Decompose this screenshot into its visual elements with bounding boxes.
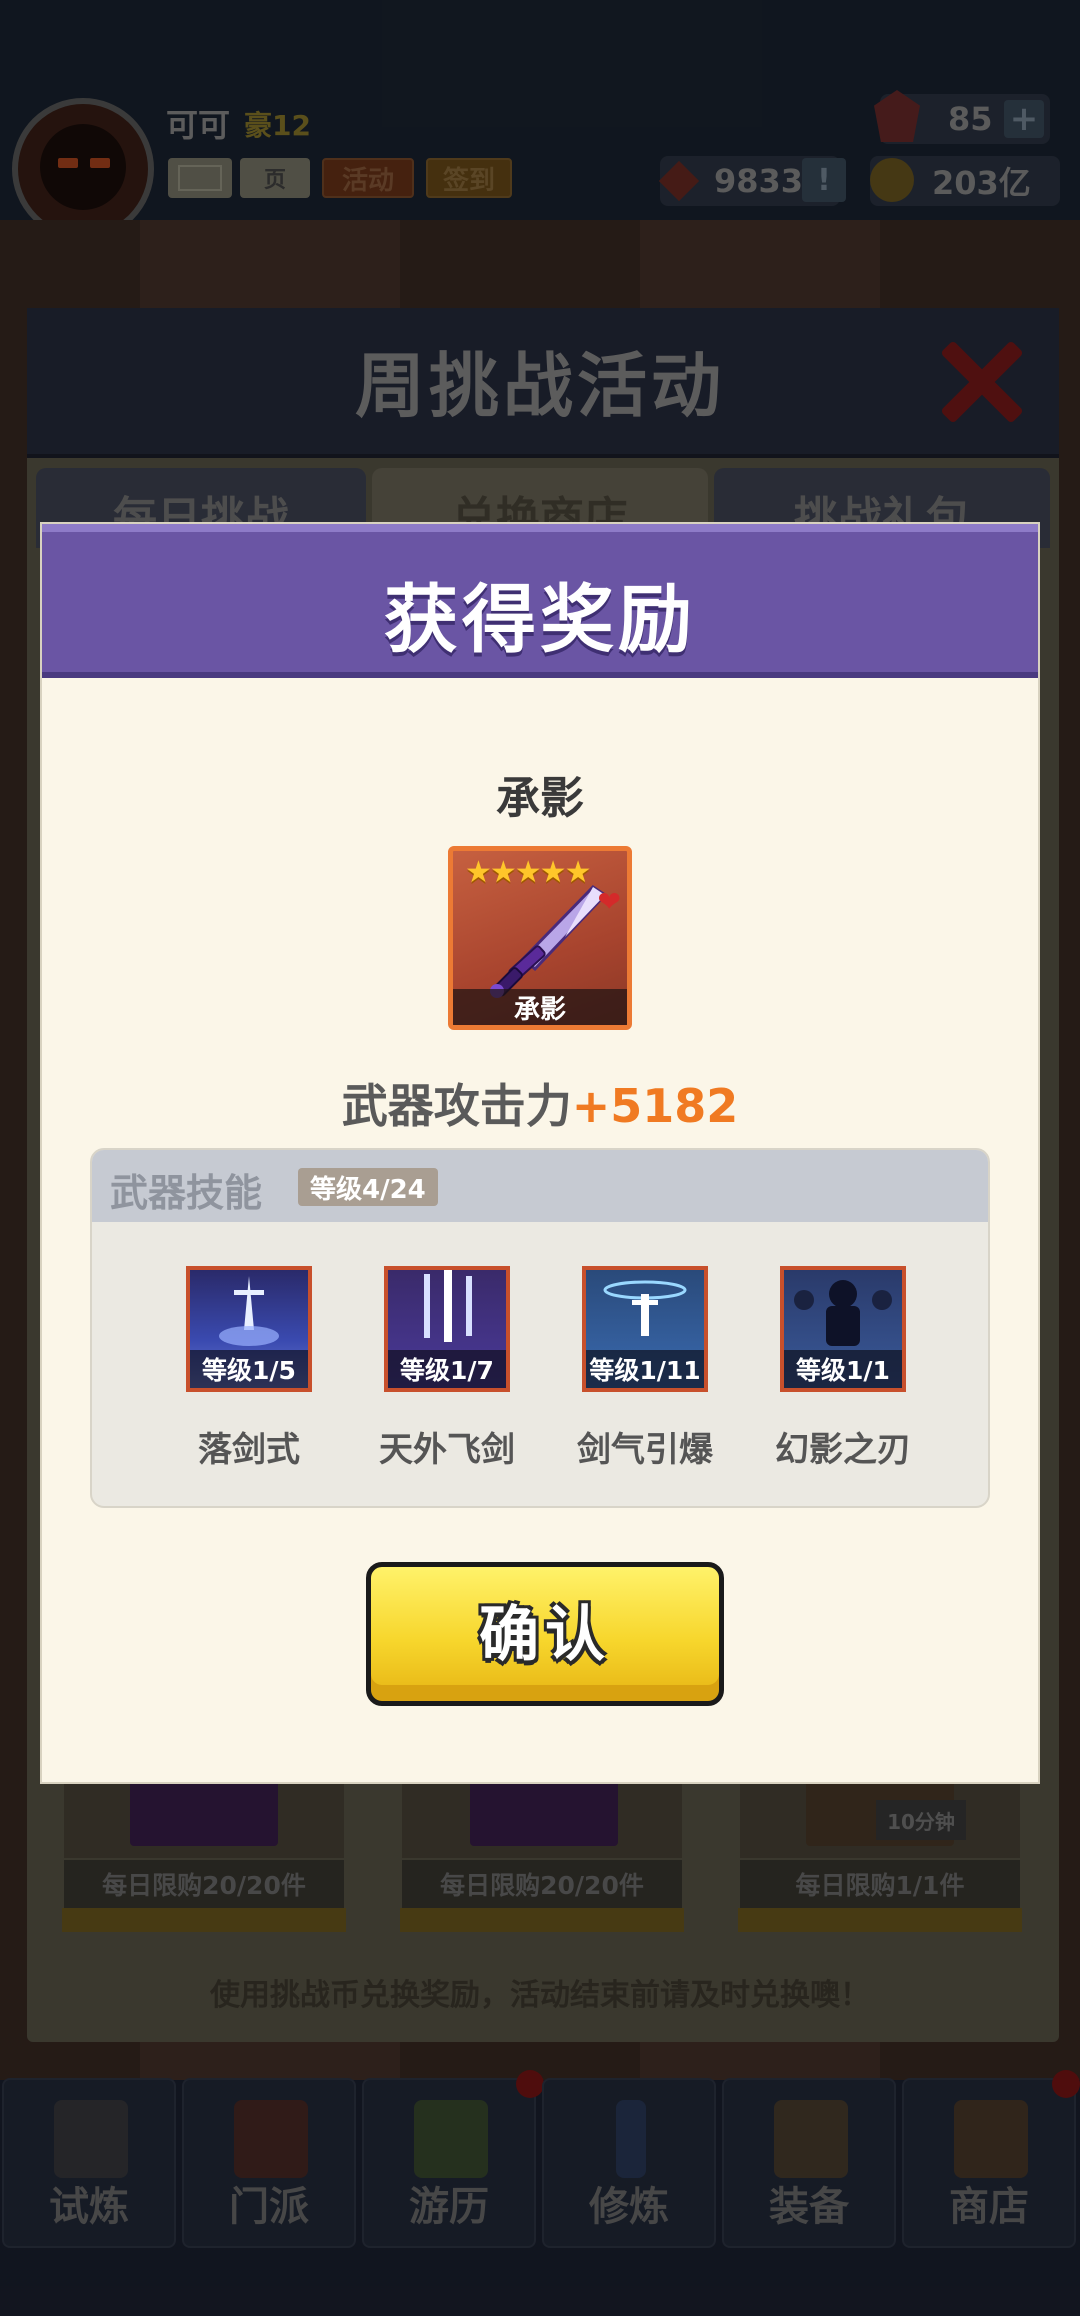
skill-name: 天外飞剑 xyxy=(379,1430,515,1470)
sword-burst-icon: 等级1/11 xyxy=(582,1266,708,1392)
weapon-skills-level-badge: 等级4/24 xyxy=(298,1168,438,1206)
phantom-blade-icon: 等级1/1 xyxy=(780,1266,906,1392)
weapon-attack-value: +5182 xyxy=(571,1079,739,1133)
skill-level: 等级1/11 xyxy=(586,1350,704,1388)
skill-level: 等级1/5 xyxy=(190,1350,308,1388)
reward-item-card-label: 承影 xyxy=(453,989,627,1025)
weapon-skills-header: 武器技能 等级4/24 xyxy=(92,1150,988,1222)
reward-modal-title: 获得奖励 xyxy=(384,577,696,663)
reward-item-name: 承影 xyxy=(496,773,584,824)
reward-item-card[interactable]: ★★★★★ ❤ 承影 xyxy=(448,846,632,1030)
flying-swords-icon: 等级1/7 xyxy=(384,1266,510,1392)
heart-icon: ❤ xyxy=(597,885,621,918)
confirm-button[interactable]: 确认 xyxy=(366,1562,724,1706)
skill-level: 等级1/7 xyxy=(388,1350,506,1388)
weapon-skills-title: 武器技能 xyxy=(110,1171,263,1215)
skill-level: 等级1/1 xyxy=(784,1350,902,1388)
confirm-button-label: 确认 xyxy=(479,1599,611,1670)
weapon-attack-label: 武器攻击力 xyxy=(341,1079,572,1133)
skill-name: 落剑式 xyxy=(198,1430,300,1470)
falling-sword-icon: 等级1/5 xyxy=(186,1266,312,1392)
weapon-skills-panel: 武器技能 等级4/24 等级1/5 落剑式 等级1/7 天外飞剑 等级1/11 … xyxy=(90,1148,990,1508)
reward-modal: 获得奖励 承影 ★★★★★ ❤ 承影 武器攻击力+5182 武器技能 等级4/2… xyxy=(42,524,1038,1782)
weapon-attack-line: 武器攻击力+5182 xyxy=(42,1070,1038,1136)
reward-modal-header: 获得奖励 xyxy=(42,524,1038,678)
skill-name: 剑气引爆 xyxy=(577,1430,713,1470)
skill-name: 幻影之刃 xyxy=(775,1430,911,1470)
